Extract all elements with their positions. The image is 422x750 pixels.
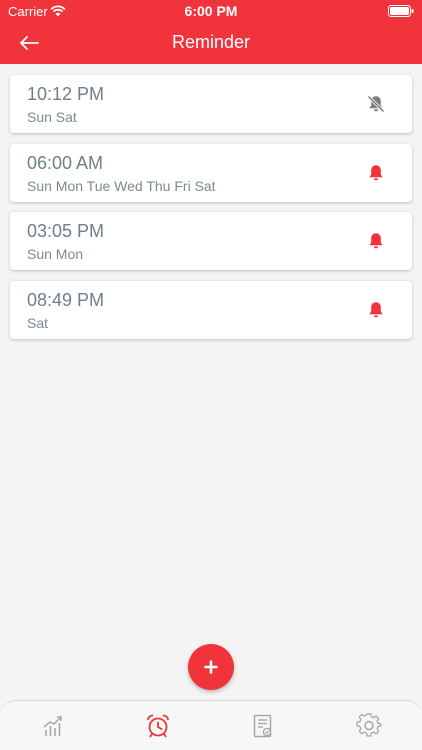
tab-report[interactable] — [248, 711, 278, 741]
reminder-days: Sun Mon — [27, 246, 84, 262]
reminder-time: 03:05 PM — [27, 221, 105, 241]
page-title: Reminder — [171, 32, 251, 52]
reminder-list: 10:12 PM Sun Sat 06:00 AM Sun Mon Tue We… — [10, 75, 412, 349]
reminder-days: Sat — [27, 314, 49, 331]
plus-icon — [204, 660, 218, 674]
back-button[interactable] — [14, 28, 44, 58]
reminder-days: Sun Mon Tue Wed Thu Fri Sat — [27, 177, 216, 194]
reminder-item[interactable]: 03:05 PM Sun Mon — [10, 212, 412, 270]
bell-off-icon[interactable] — [366, 94, 386, 114]
add-reminder-button[interactable] — [188, 644, 234, 690]
reminder-time: 10:12 PM — [27, 84, 105, 104]
tab-settings[interactable] — [354, 711, 384, 741]
alarm-clock-icon — [147, 714, 169, 738]
status-bar: Carrier 6:00 PM — [0, 0, 422, 22]
reminder-item[interactable]: 10:12 PM Sun Sat — [10, 75, 412, 133]
gear-icon — [356, 713, 382, 737]
nav-bar: Reminder — [0, 22, 422, 64]
report-icon — [253, 714, 272, 738]
tab-reminder[interactable] — [143, 711, 173, 741]
status-time: 6:00 PM — [184, 3, 238, 19]
reminder-item[interactable]: 08:49 PM Sat — [10, 280, 412, 339]
bell-icon[interactable] — [366, 300, 386, 320]
reminder-days: Sun Sat — [27, 109, 77, 125]
chart-icon — [43, 716, 62, 736]
tab-bar — [0, 700, 422, 750]
tab-statistics[interactable] — [38, 711, 68, 741]
header: Carrier 6:00 PM Reminder — [0, 0, 422, 64]
battery-icon — [388, 5, 414, 17]
reminder-time: 06:00 AM — [27, 152, 104, 173]
bell-icon[interactable] — [366, 163, 386, 183]
bell-icon[interactable] — [366, 231, 386, 251]
arrow-left-icon — [20, 36, 39, 50]
reminder-time: 08:49 PM — [27, 289, 105, 310]
reminder-item[interactable]: 06:00 AM Sun Mon Tue Wed Thu Fri Sat — [10, 143, 412, 202]
